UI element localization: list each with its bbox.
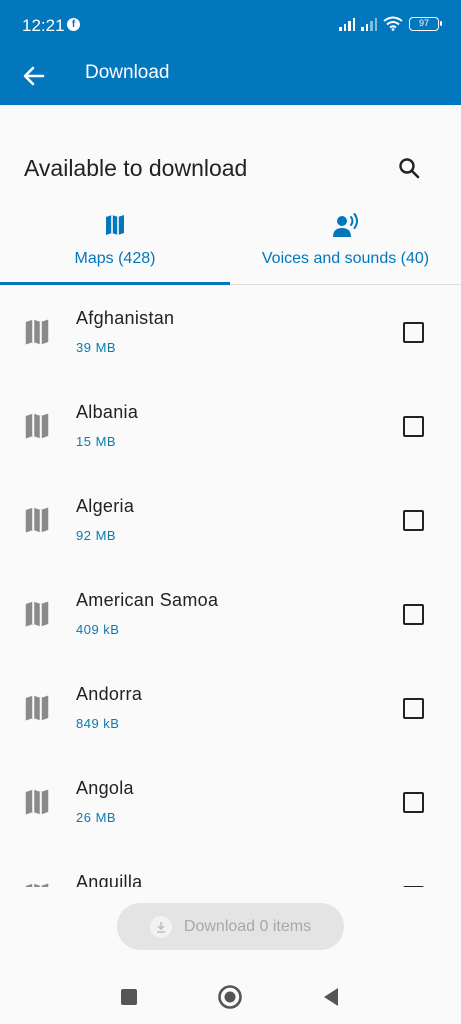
tab-voices-label: Voices and sounds (40) <box>261 250 430 267</box>
facebook-notification-icon: f <box>67 18 80 31</box>
download-icon <box>149 915 172 938</box>
item-size: 39 MB <box>76 340 117 355</box>
home-button[interactable] <box>216 983 244 1011</box>
map-icon <box>25 413 49 439</box>
tab-maps[interactable]: Maps (428) <box>0 205 230 285</box>
item-name: Albania <box>76 402 139 422</box>
item-name: Anguilla <box>76 872 143 887</box>
list-item[interactable]: Anguilla <box>0 849 461 887</box>
wifi-icon <box>383 16 403 31</box>
map-icon <box>25 319 49 345</box>
item-checkbox[interactable] <box>403 886 424 887</box>
tab-maps-label: Maps (428) <box>74 250 156 267</box>
item-checkbox[interactable] <box>403 698 424 719</box>
item-name: Afghanistan <box>76 308 175 328</box>
item-size: 26 MB <box>76 810 117 825</box>
item-checkbox[interactable] <box>403 792 424 813</box>
back-nav-button[interactable] <box>317 983 345 1011</box>
map-icon <box>25 507 49 533</box>
battery-icon: 97 <box>409 16 442 31</box>
item-name: American Samoa <box>76 590 219 610</box>
system-nav-bar <box>0 965 461 1024</box>
list-item[interactable]: Algeria 92 MB <box>0 473 461 567</box>
home-circle-icon <box>218 985 242 1009</box>
status-icons: 97 <box>339 16 442 31</box>
status-bar: 12:21 f 97 <box>0 0 461 50</box>
list-item[interactable]: Albania 15 MB <box>0 379 461 473</box>
item-checkbox[interactable] <box>403 322 424 343</box>
status-time: 12:21 <box>22 16 65 35</box>
item-size: 92 MB <box>76 528 117 543</box>
tab-voices[interactable]: Voices and sounds (40) <box>230 205 461 285</box>
item-checkbox[interactable] <box>403 604 424 625</box>
download-button[interactable]: Download 0 items <box>117 903 344 950</box>
item-name: Andorra <box>76 684 143 704</box>
item-size: 409 kB <box>76 622 120 637</box>
tab-bar: Maps (428) Voices and sounds (40) <box>0 205 461 285</box>
triangle-back-icon <box>324 988 338 1006</box>
app-bar: Download <box>0 50 461 105</box>
list-item[interactable]: Andorra 849 kB <box>0 661 461 755</box>
signal-icon <box>339 17 355 31</box>
download-button-label: Download 0 items <box>183 917 312 935</box>
recents-button[interactable] <box>115 983 143 1011</box>
item-size: 849 kB <box>76 716 120 731</box>
list-item[interactable]: American Samoa 409 kB <box>0 567 461 661</box>
map-icon <box>25 883 49 887</box>
item-checkbox[interactable] <box>403 416 424 437</box>
map-icon <box>25 789 49 815</box>
back-button[interactable] <box>18 60 50 92</box>
list-item[interactable]: Angola 26 MB <box>0 755 461 849</box>
search-icon <box>399 158 420 179</box>
item-size: 15 MB <box>76 434 117 449</box>
arrow-left-icon <box>23 66 45 86</box>
item-name: Angola <box>76 778 134 798</box>
item-checkbox[interactable] <box>403 510 424 531</box>
page-title: Download <box>85 62 170 83</box>
square-icon <box>121 989 137 1005</box>
section-title: Available to download <box>24 155 248 181</box>
search-button[interactable] <box>393 152 425 184</box>
list-item[interactable]: Afghanistan 39 MB <box>0 285 461 379</box>
voice-icon <box>332 213 358 237</box>
download-list[interactable]: Afghanistan 39 MB Albania 15 MB Algeria … <box>0 285 461 887</box>
item-name: Algeria <box>76 496 135 516</box>
map-icon <box>25 601 49 627</box>
signal-icon-2 <box>361 17 377 31</box>
map-icon <box>25 695 49 721</box>
map-icon <box>106 215 124 235</box>
